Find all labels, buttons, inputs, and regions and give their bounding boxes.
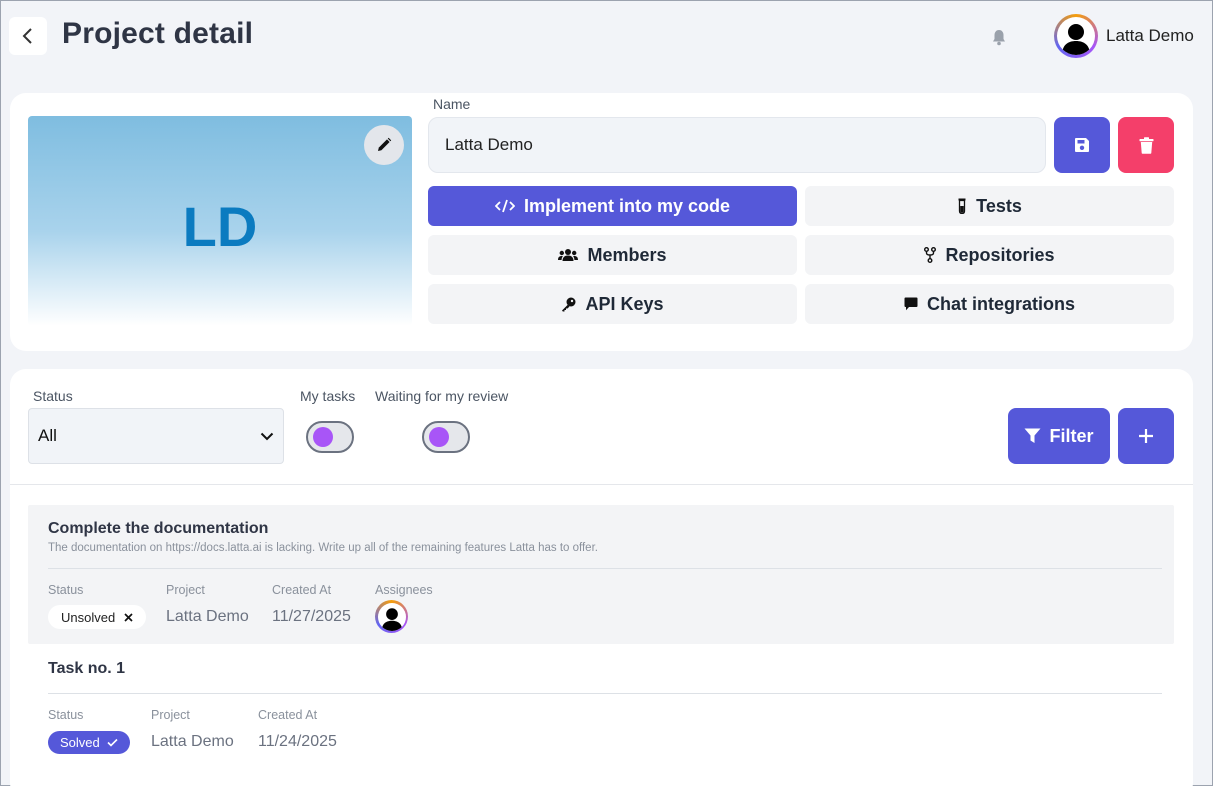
task-project-label: Project <box>166 583 205 597</box>
project-initials: LD <box>182 195 258 258</box>
funnel-icon <box>1024 428 1041 443</box>
my-tasks-toggle[interactable] <box>306 421 354 453</box>
top-bar: Project detail Latta Demo <box>1 1 1212 73</box>
divider <box>10 484 1193 485</box>
task-description: The documentation on https://docs.latta.… <box>48 542 598 554</box>
tests-button-label: Tests <box>976 195 1022 216</box>
task-status-label: Status <box>48 583 84 597</box>
filter-button[interactable]: Filter <box>1008 408 1110 464</box>
task-divider <box>48 693 1162 694</box>
chevron-down-icon <box>260 432 274 440</box>
close-icon <box>124 612 133 622</box>
edit-cover-button[interactable] <box>364 125 404 165</box>
task-title[interactable]: Complete the documentation <box>48 520 268 538</box>
add-task-button[interactable] <box>1118 408 1174 464</box>
task-created-label: Created At <box>258 708 318 722</box>
filter-button-label: Filter <box>1049 425 1094 446</box>
task-project: Latta Demo <box>151 733 234 750</box>
task-divider <box>48 568 1162 569</box>
users-icon <box>558 249 579 261</box>
members-button-label: Members <box>587 244 667 265</box>
user-silhouette-icon <box>1062 24 1090 55</box>
assignee-avatar[interactable] <box>375 600 408 633</box>
repositories-button-label: Repositories <box>945 244 1055 265</box>
status-badge[interactable]: Solved <box>48 731 130 754</box>
waiting-review-label: Waiting for my review <box>375 388 509 404</box>
status-select-value: All <box>38 426 57 445</box>
toggle-knob <box>313 427 333 447</box>
waiting-review-toggle[interactable] <box>422 421 470 453</box>
delete-button[interactable] <box>1118 117 1174 173</box>
task-created: 11/24/2025 <box>258 733 337 750</box>
chevron-left-icon <box>22 28 32 44</box>
task-status-label: Status <box>48 708 84 722</box>
code-icon <box>494 199 515 213</box>
branch-icon <box>924 247 937 263</box>
bell-icon <box>993 29 1005 45</box>
status-badge-label: Solved <box>60 735 100 750</box>
api-keys-button-label: API Keys <box>585 293 664 314</box>
user-silhouette-icon <box>381 607 402 631</box>
task-assignees-label: Assignees <box>375 583 433 597</box>
implement-button[interactable]: Implement into my code <box>428 186 797 226</box>
project-name-input[interactable] <box>428 117 1046 173</box>
status-filter-label: Status <box>33 388 73 404</box>
floppy-disk-icon <box>1075 138 1089 152</box>
task-created: 11/27/2025 <box>272 608 351 625</box>
tests-button[interactable]: Tests <box>805 186 1174 226</box>
chat-icon <box>904 297 918 311</box>
flask-icon <box>958 198 966 214</box>
status-badge[interactable]: Unsolved <box>48 605 147 629</box>
status-badge-label: Unsolved <box>61 609 116 625</box>
page-title: Project detail <box>62 17 254 50</box>
trash-icon <box>1139 136 1153 154</box>
project-cover: LD <box>28 116 412 326</box>
status-select[interactable]: All <box>28 408 284 464</box>
task-project: Latta Demo <box>166 608 249 625</box>
key-icon <box>562 297 576 311</box>
save-button[interactable] <box>1054 117 1110 173</box>
members-button[interactable]: Members <box>428 235 797 275</box>
implement-button-label: Implement into my code <box>523 195 731 216</box>
name-label: Name <box>433 96 471 112</box>
avatar <box>1054 14 1098 58</box>
my-tasks-label: My tasks <box>300 388 356 404</box>
plus-icon <box>1139 429 1153 443</box>
user-name: Latta Demo <box>1106 26 1194 45</box>
pencil-icon <box>378 137 392 151</box>
user-menu[interactable]: Latta Demo <box>1054 14 1194 58</box>
api-keys-button[interactable]: API Keys <box>428 284 797 324</box>
chat-integrations-button-label: Chat integrations <box>926 293 1075 314</box>
toggle-knob <box>429 427 449 447</box>
back-button[interactable] <box>9 17 47 55</box>
repositories-button[interactable]: Repositories <box>805 235 1174 275</box>
check-icon <box>107 738 118 747</box>
notifications-button[interactable] <box>989 27 1009 47</box>
task-created-label: Created At <box>272 583 332 597</box>
task-project-label: Project <box>151 708 190 722</box>
chat-integrations-button[interactable]: Chat integrations <box>805 284 1174 324</box>
task-title[interactable]: Task no. 1 <box>48 660 125 678</box>
